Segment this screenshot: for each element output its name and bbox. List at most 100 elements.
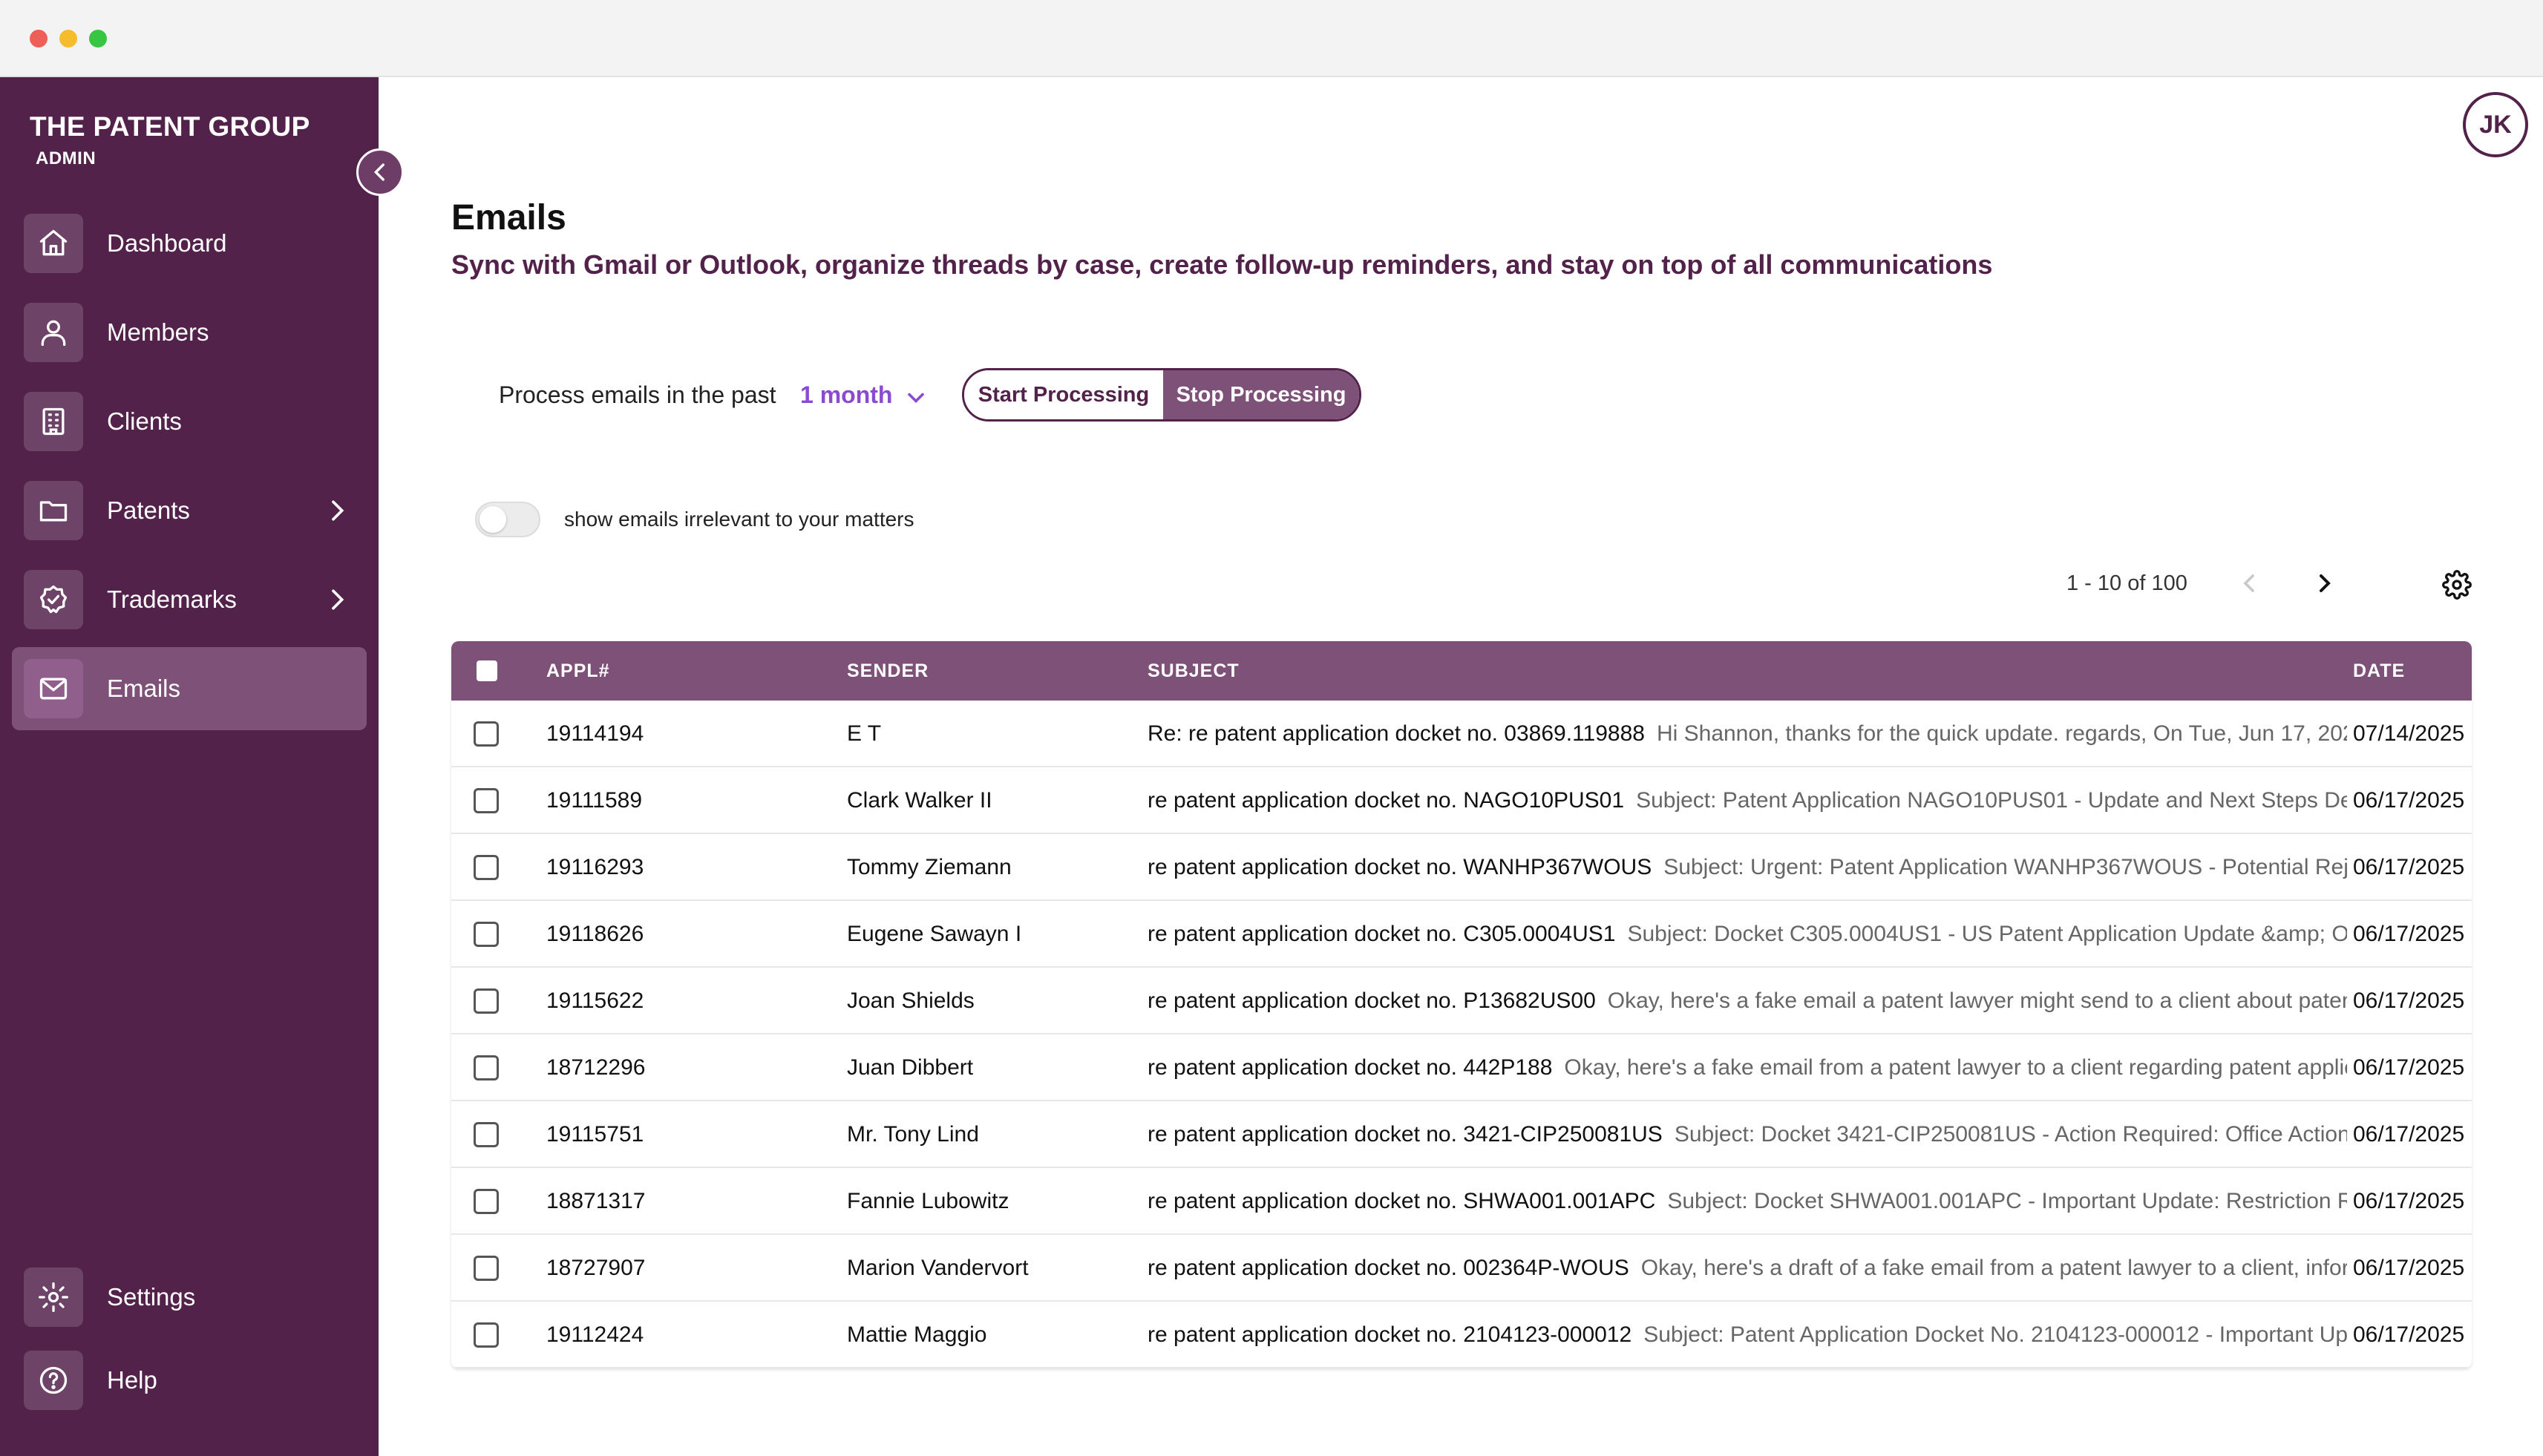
column-header-appl[interactable]: APPL# <box>546 660 610 682</box>
table-row[interactable]: 18727907 Marion Vandervort re patent app… <box>451 1235 2472 1302</box>
email-date: 06/17/2025 <box>2353 922 2465 946</box>
sidebar-item-clients[interactable]: Clients <box>12 380 367 463</box>
subject-preview: Hi Shannon, thanks for the quick update.… <box>1656 721 2347 746</box>
subject-cell: re patent application docket no. 002364P… <box>1148 1235 2472 1302</box>
start-processing-button[interactable]: Start Processing <box>964 370 1163 419</box>
emails-table: APPL# SENDER SUBJECT DATE 19114194 E T R… <box>451 641 2472 1368</box>
appl-number: 19111589 <box>546 788 643 813</box>
table-row[interactable]: 19111589 Clark Walker II re patent appli… <box>451 767 2472 834</box>
sidebar-item-patents[interactable]: Patents <box>12 469 367 552</box>
table-header: APPL# SENDER SUBJECT DATE <box>451 641 2472 701</box>
sender-name: Marion Vandervort <box>847 1256 1029 1280</box>
sidebar-item-label: Dashboard <box>107 229 227 257</box>
email-date: 06/17/2025 <box>2353 855 2465 879</box>
badge-check-icon <box>24 570 83 629</box>
subject-cell: Re: re patent application docket no. 038… <box>1148 701 2472 767</box>
chevron-left-icon <box>373 163 384 181</box>
table-row[interactable]: 19112424 Mattie Maggio re patent applica… <box>451 1302 2472 1368</box>
subject-cell: re patent application docket no. SHWA001… <box>1148 1168 2472 1235</box>
column-header-sender[interactable]: SENDER <box>847 660 929 682</box>
column-header-date[interactable]: DATE <box>2353 660 2405 682</box>
row-checkbox[interactable] <box>474 1055 499 1080</box>
sender-name: Tommy Ziemann <box>847 855 1012 879</box>
table-row[interactable]: 19115622 Joan Shields re patent applicat… <box>451 968 2472 1034</box>
row-checkbox[interactable] <box>474 1256 499 1281</box>
table-settings-icon[interactable] <box>2442 570 2472 600</box>
brand-role: ADMIN <box>36 148 96 168</box>
gear-icon <box>24 1268 83 1327</box>
close-window-button[interactable] <box>30 30 48 47</box>
chevron-right-icon <box>332 589 344 610</box>
row-checkbox[interactable] <box>474 1189 499 1214</box>
row-checkbox[interactable] <box>474 721 499 747</box>
building-icon <box>24 392 83 451</box>
table-row[interactable]: 18712296 Juan Dibbert re patent applicat… <box>451 1034 2472 1101</box>
chevron-down-icon[interactable] <box>903 384 929 411</box>
subject-cell: re patent application docket no. NAGO10P… <box>1148 767 2472 834</box>
sender-name: Joan Shields <box>847 988 975 1013</box>
row-checkbox[interactable] <box>474 788 499 813</box>
sidebar-item-trademarks[interactable]: Trademarks <box>12 558 367 641</box>
toggle-knob <box>480 506 506 533</box>
table-row[interactable]: 18871317 Fannie Lubowitz re patent appli… <box>451 1168 2472 1235</box>
sidebar-item-emails[interactable]: Emails <box>12 647 367 730</box>
table-row[interactable]: 19116293 Tommy Ziemann re patent applica… <box>451 834 2472 901</box>
sidebar-item-label: Help <box>107 1366 157 1394</box>
brand-name: THE PATENT GROUP <box>30 111 310 142</box>
subject-cell: re patent application docket no. 3421-CI… <box>1148 1101 2472 1168</box>
help-icon <box>24 1351 83 1410</box>
email-date: 06/17/2025 <box>2353 1122 2465 1147</box>
row-checkbox[interactable] <box>474 855 499 880</box>
sender-name: Clark Walker II <box>847 788 992 813</box>
row-checkbox[interactable] <box>474 1122 499 1147</box>
subject-text: re patent application docket no. P13682U… <box>1148 988 1596 1013</box>
table-row[interactable]: 19118626 Eugene Sawayn I re patent appli… <box>451 901 2472 968</box>
sender-name: Juan Dibbert <box>847 1055 974 1080</box>
sender-name: Mr. Tony Lind <box>847 1122 979 1147</box>
appl-number: 18727907 <box>546 1256 646 1280</box>
process-period-label: Process emails in the past <box>499 381 776 408</box>
sidebar-item-settings[interactable]: Settings <box>12 1256 367 1339</box>
subject-cell: re patent application docket no. C305.00… <box>1148 901 2472 968</box>
row-checkbox[interactable] <box>474 1322 499 1348</box>
subject-cell: re patent application docket no. WANHP36… <box>1148 834 2472 901</box>
select-all-checkbox[interactable] <box>477 660 497 681</box>
column-header-subject[interactable]: SUBJECT <box>1148 660 1240 682</box>
sidebar-item-label: Clients <box>107 407 182 435</box>
sidebar-item-label: Trademarks <box>107 586 237 613</box>
sidebar-item-help[interactable]: Help <box>12 1339 367 1422</box>
subject-preview: Subject: Docket C305.0004US1 - US Patent… <box>1627 922 2347 946</box>
process-period-dropdown[interactable]: 1 month <box>800 381 892 409</box>
subject-preview: Subject: Docket 3421-CIP250081US - Actio… <box>1674 1122 2347 1147</box>
processing-button-group: Start Processing Stop Processing <box>962 368 1361 422</box>
maximize-window-button[interactable] <box>89 30 107 47</box>
sidebar-item-dashboard[interactable]: Dashboard <box>12 202 367 285</box>
subject-cell: re patent application docket no. 2104123… <box>1148 1302 2472 1368</box>
subject-text: re patent application docket no. SHWA001… <box>1148 1189 1656 1213</box>
collapse-sidebar-button[interactable] <box>356 148 404 196</box>
irrelevant-emails-toggle[interactable] <box>475 502 540 537</box>
subject-cell: re patent application docket no. 442P188… <box>1148 1034 2472 1101</box>
sidebar-item-members[interactable]: Members <box>12 291 367 374</box>
subject-preview: Subject: Urgent: Patent Application WANH… <box>1663 855 2347 879</box>
stop-processing-button[interactable]: Stop Processing <box>1163 370 1359 419</box>
appl-number: 19114194 <box>546 721 644 746</box>
appl-number: 19115751 <box>546 1122 644 1147</box>
user-avatar[interactable]: JK <box>2463 92 2528 157</box>
subject-preview: Subject: Patent Application NAGO10PUS01 … <box>1636 788 2347 813</box>
toggle-label: show emails irrelevant to your matters <box>564 508 914 531</box>
appl-number: 18712296 <box>546 1055 646 1080</box>
subject-text: re patent application docket no. 3421-CI… <box>1148 1122 1663 1147</box>
appl-number: 19115622 <box>546 988 644 1013</box>
row-checkbox[interactable] <box>474 988 499 1014</box>
page-subtitle: Sync with Gmail or Outlook, organize thr… <box>451 249 1993 280</box>
table-row[interactable]: 19114194 E T Re: re patent application d… <box>451 701 2472 767</box>
subject-text: re patent application docket no. WANHP36… <box>1148 855 1652 879</box>
subject-text: re patent application docket no. 442P188 <box>1148 1055 1553 1080</box>
table-row[interactable]: 19115751 Mr. Tony Lind re patent applica… <box>451 1101 2472 1168</box>
next-page-icon[interactable] <box>2310 568 2340 598</box>
minimize-window-button[interactable] <box>59 30 77 47</box>
page-title: Emails <box>451 198 566 237</box>
row-checkbox[interactable] <box>474 922 499 947</box>
previous-page-icon[interactable] <box>2234 568 2264 598</box>
